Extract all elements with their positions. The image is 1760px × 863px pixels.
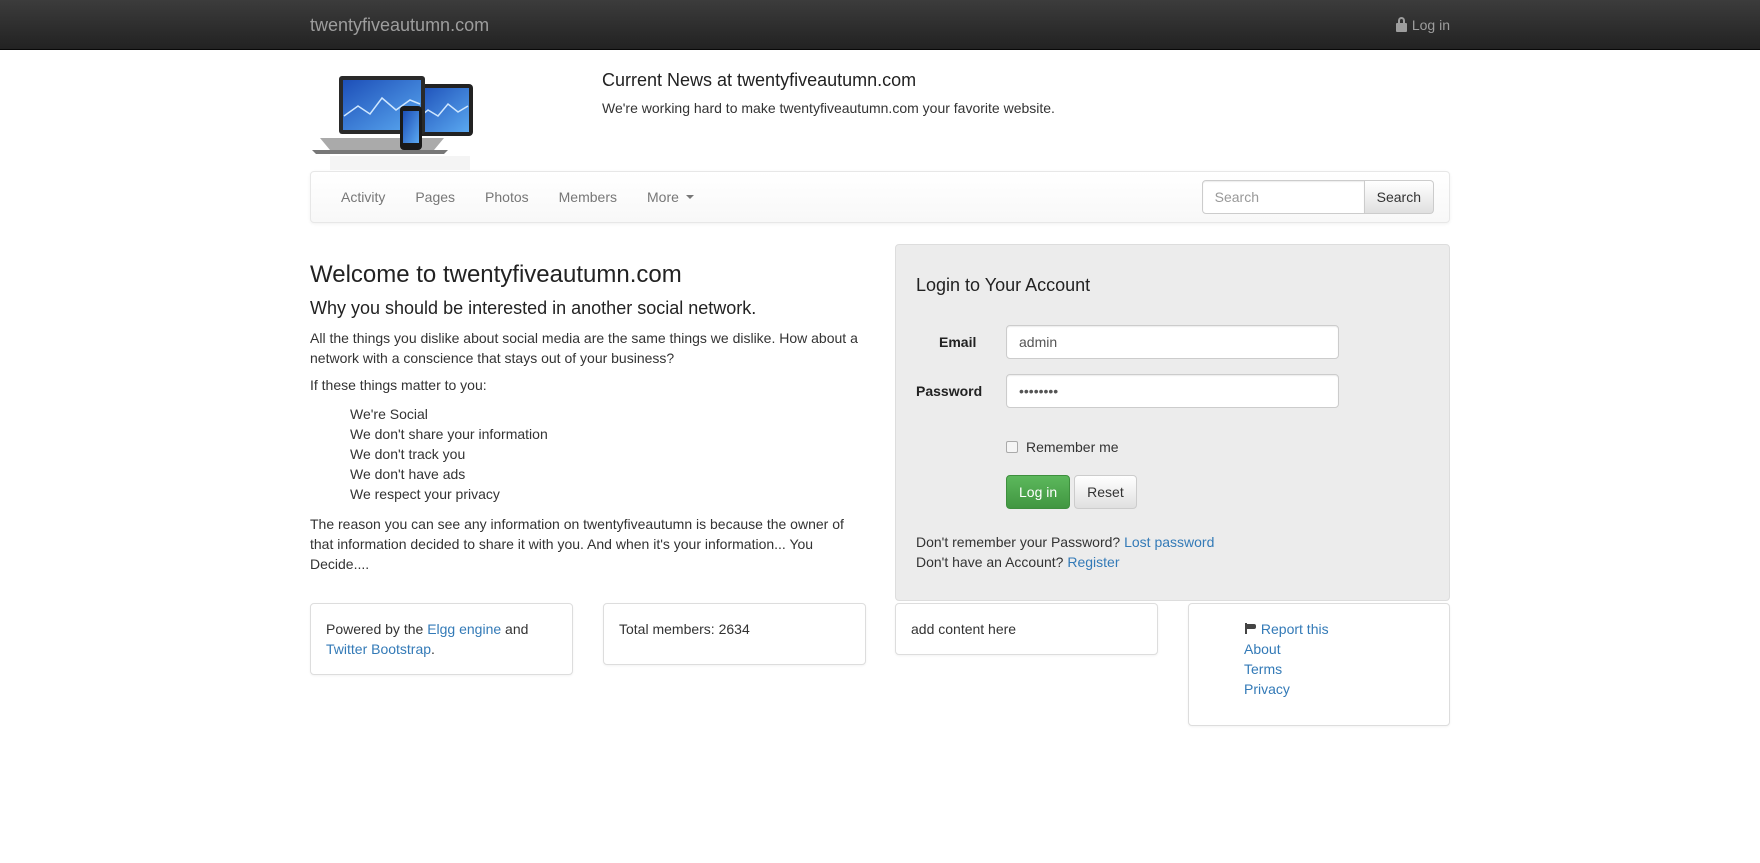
remember-me-row: Remember me xyxy=(1006,439,1119,455)
forgot-text: Don't remember your Password? xyxy=(916,534,1121,550)
email-row: Email xyxy=(916,325,1339,359)
about-link[interactable]: About xyxy=(1244,639,1434,659)
bootstrap-link[interactable]: Twitter Bootstrap xyxy=(326,641,431,657)
login-buttons: Log in Reset xyxy=(1006,475,1137,509)
nav-more-label: More xyxy=(647,189,679,205)
login-panel: Login to Your Account Email Password Rem… xyxy=(895,244,1450,601)
login-title: Login to Your Account xyxy=(916,275,1091,295)
main-navbar: Activity Pages Photos Members More Searc… xyxy=(310,171,1450,223)
list-item: We don't share your information xyxy=(350,426,548,442)
list-item: We're Social xyxy=(350,406,428,422)
login-help: Don't remember your Password? Lost passw… xyxy=(916,532,1214,572)
password-field[interactable] xyxy=(1006,374,1339,408)
password-row: Password xyxy=(916,374,1339,408)
elgg-link[interactable]: Elgg engine xyxy=(427,621,501,637)
footer-links-box: Report this About Terms Privacy xyxy=(1188,603,1450,726)
email-label: Email xyxy=(939,334,977,350)
nav-activity[interactable]: Activity xyxy=(326,189,400,205)
nav-more-dropdown[interactable]: More xyxy=(632,189,709,205)
footer: Powered by the Elgg engine and Twitter B… xyxy=(310,603,1450,733)
footer-members-box: Total members: 2634 xyxy=(603,603,866,665)
top-login-label: Log in xyxy=(1411,17,1450,33)
email-field[interactable] xyxy=(1006,325,1339,359)
lost-password-link[interactable]: Lost password xyxy=(1124,534,1214,550)
welcome-points-list: We're Social We don't share your informa… xyxy=(310,404,870,504)
reset-button[interactable]: Reset xyxy=(1074,475,1137,509)
caret-down-icon xyxy=(685,195,694,199)
remember-me-label: Remember me xyxy=(1026,439,1119,455)
site-brand-link[interactable]: twentyfiveautumn.com xyxy=(310,15,489,36)
list-item: We don't track you xyxy=(350,446,466,462)
list-item: We don't have ads xyxy=(350,466,466,482)
lock-icon xyxy=(1395,16,1407,32)
list-item: We respect your privacy xyxy=(350,486,500,502)
welcome-title: Welcome to twentyfiveautumn.com xyxy=(310,261,682,288)
nav-links: Activity Pages Photos Members More xyxy=(326,189,709,205)
report-flag-icon xyxy=(1244,623,1257,634)
login-button[interactable]: Log in xyxy=(1006,475,1071,509)
news-text: We're working hard to make twentyfiveaut… xyxy=(602,100,1055,116)
total-members: Total members: 2634 xyxy=(619,621,750,637)
nav-pages[interactable]: Pages xyxy=(400,189,470,205)
site-header: Current News at twentyfiveautumn.com We'… xyxy=(310,50,1450,171)
welcome-lead: If these things matter to you: xyxy=(310,377,487,393)
welcome-closing: The reason you can see any information o… xyxy=(310,516,844,572)
welcome-intro: All the things you dislike about social … xyxy=(310,330,858,366)
report-label: Report this xyxy=(1260,621,1329,637)
footer-powered-box: Powered by the Elgg engine and Twitter B… xyxy=(310,603,573,675)
search-input[interactable] xyxy=(1201,180,1365,214)
register-text: Don't have an Account? xyxy=(916,554,1064,570)
register-link[interactable]: Register xyxy=(1067,554,1119,570)
powered-prefix: Powered by the xyxy=(326,621,424,637)
search-group: Search xyxy=(1201,180,1434,214)
search-button[interactable]: Search xyxy=(1364,180,1434,214)
password-label: Password xyxy=(916,383,983,399)
top-login-link[interactable]: Log in xyxy=(1395,16,1450,33)
news-title: Current News at twentyfiveautumn.com xyxy=(602,70,917,90)
remember-me-checkbox[interactable] xyxy=(1006,441,1018,453)
footer-placeholder-box: add content here xyxy=(895,603,1158,655)
report-this-link[interactable]: Report this xyxy=(1244,619,1434,639)
and-text: and xyxy=(505,621,529,637)
welcome-subtitle: Why you should be interested in another … xyxy=(310,298,757,318)
placeholder-text: add content here xyxy=(911,621,1017,637)
top-navbar: twentyfiveautumn.com Log in xyxy=(0,0,1760,50)
current-news: Current News at twentyfiveautumn.com We'… xyxy=(602,70,1055,116)
nav-members[interactable]: Members xyxy=(544,189,632,205)
period: . xyxy=(431,641,435,657)
nav-photos[interactable]: Photos xyxy=(470,189,544,205)
privacy-link[interactable]: Privacy xyxy=(1244,679,1434,699)
devices-hero-image xyxy=(312,76,473,170)
welcome-section: Welcome to twentyfiveautumn.com Why you … xyxy=(310,261,870,581)
terms-link[interactable]: Terms xyxy=(1244,659,1434,679)
